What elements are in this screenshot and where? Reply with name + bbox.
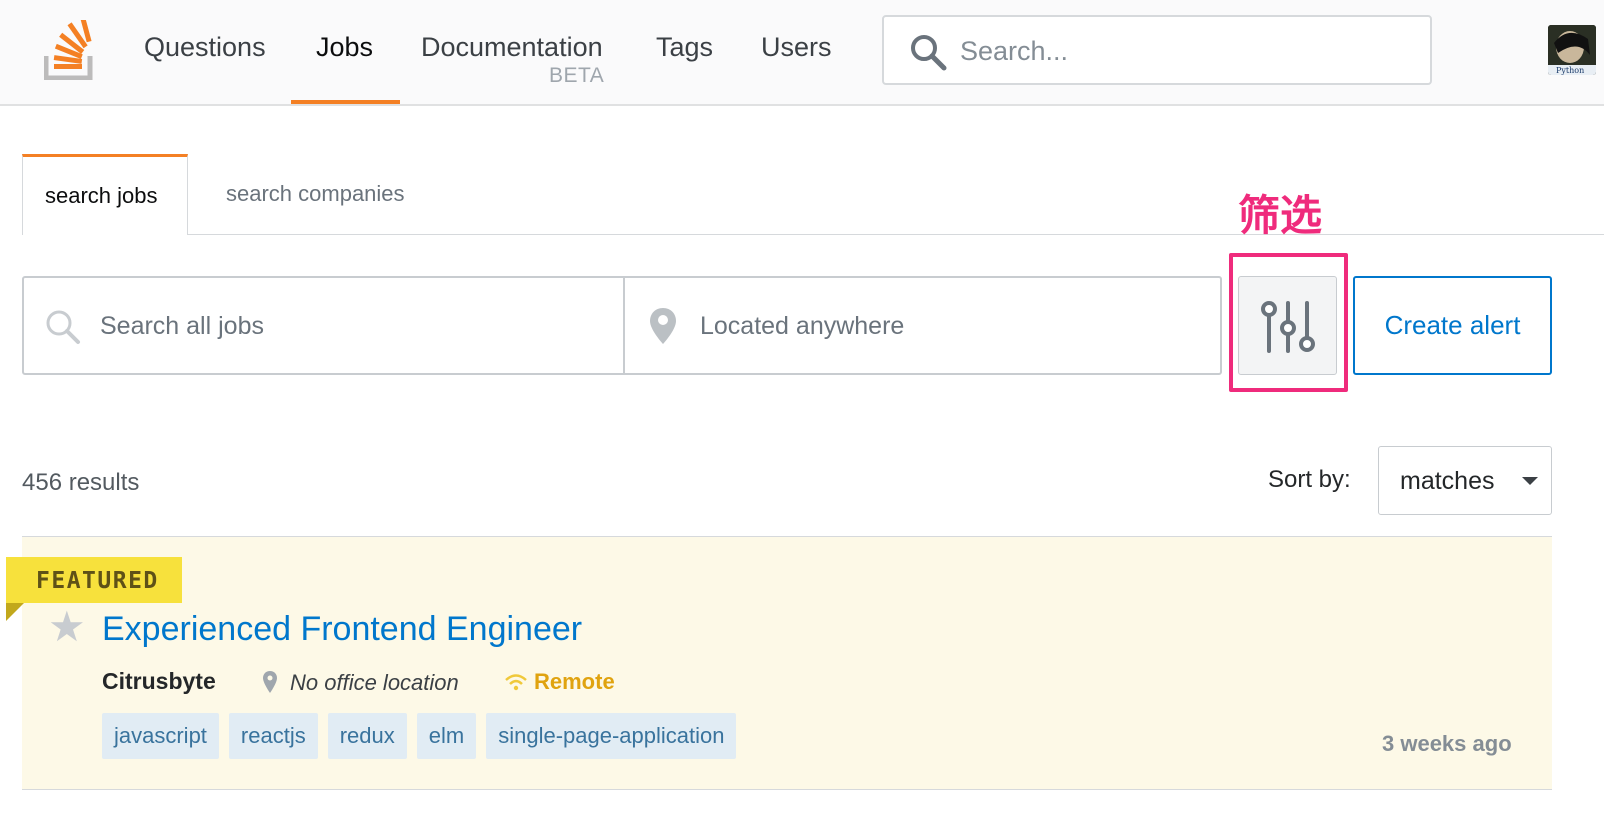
nav-jobs[interactable]: Jobs	[316, 32, 373, 63]
tab-search-jobs[interactable]: search jobs	[22, 154, 188, 235]
job-search-bar: Search all jobs Located anywhere	[22, 276, 1222, 375]
nav-questions[interactable]: Questions	[144, 32, 266, 63]
map-pin-icon	[650, 308, 676, 344]
remote-label: Remote	[534, 669, 615, 694]
tag-javascript[interactable]: javascript	[102, 713, 219, 759]
tag-reactjs[interactable]: reactjs	[228, 713, 318, 759]
map-pin-icon	[263, 671, 277, 693]
location-input[interactable]: Located anywhere	[700, 312, 904, 341]
company-name: Citrusbyte	[102, 668, 216, 694]
search-icon	[46, 310, 80, 344]
chevron-down-icon	[1522, 477, 1538, 485]
nav-users[interactable]: Users	[761, 32, 832, 63]
featured-badge-label: FEATURED	[36, 568, 159, 594]
avatar-image: Python	[1548, 25, 1596, 75]
results-count: 456 results	[22, 469, 140, 496]
favorite-star-icon[interactable]: ★	[48, 606, 86, 648]
site-search-placeholder: Search...	[960, 36, 1069, 66]
tabs-divider	[22, 234, 1604, 235]
posted-date: 3 weeks ago	[1382, 731, 1512, 756]
job-tags: javascript reactjs redux elm single-page…	[102, 713, 737, 759]
job-search-input[interactable]: Search all jobs	[100, 312, 264, 341]
job-location: No office location	[290, 670, 459, 695]
stackoverflow-logo-icon[interactable]	[44, 20, 96, 80]
annotation-label: 筛选	[1238, 191, 1323, 240]
nav-active-indicator	[291, 100, 400, 104]
featured-badge: FEATURED	[6, 557, 182, 603]
sort-select-value: matches	[1400, 467, 1495, 495]
tag-single-page-application[interactable]: single-page-application	[486, 713, 737, 759]
wifi-icon	[505, 674, 527, 691]
documentation-beta-badge: BETA	[549, 64, 605, 87]
filter-button[interactable]	[1238, 276, 1337, 375]
job-title-link[interactable]: Experienced Frontend Engineer	[102, 610, 582, 649]
user-avatar[interactable]: Python	[1548, 25, 1596, 75]
tab-search-companies[interactable]: search companies	[226, 181, 405, 207]
search-divider	[623, 278, 625, 373]
tag-elm[interactable]: elm	[416, 713, 477, 759]
nav-documentation[interactable]: Documentation	[421, 32, 603, 63]
create-alert-button[interactable]: Create alert	[1353, 276, 1552, 375]
sliders-icon	[1261, 301, 1315, 353]
site-search-input[interactable]: Search...	[882, 15, 1432, 85]
sort-label: Sort by:	[1268, 466, 1351, 493]
create-alert-label: Create alert	[1384, 310, 1521, 340]
svg-text:Python: Python	[1556, 66, 1584, 75]
search-icon	[911, 35, 947, 71]
sort-select[interactable]: matches	[1378, 446, 1552, 515]
featured-badge-fold	[6, 603, 24, 621]
tab-search-jobs-label: search jobs	[45, 183, 158, 208]
tag-redux[interactable]: redux	[327, 713, 407, 759]
nav-tags[interactable]: Tags	[656, 32, 713, 63]
top-bar: Questions Jobs Documentation BETA Tags U…	[0, 0, 1604, 106]
